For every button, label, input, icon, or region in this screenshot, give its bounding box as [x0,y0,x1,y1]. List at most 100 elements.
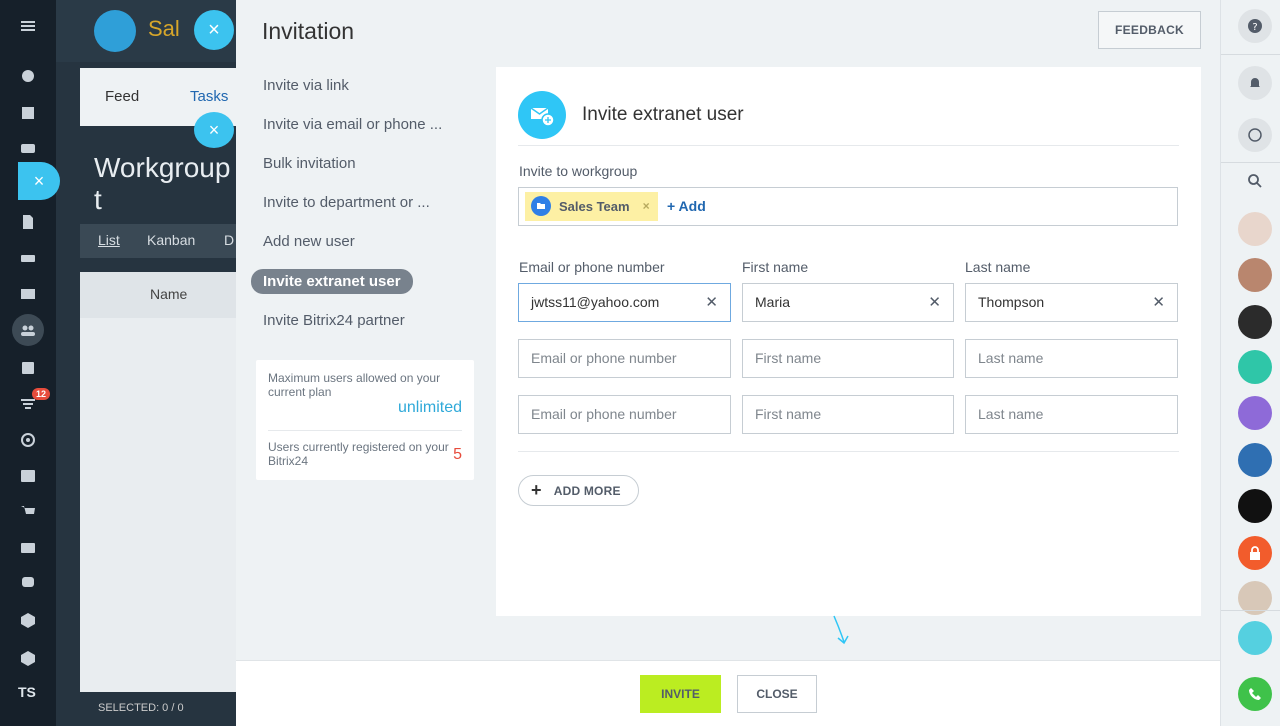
email-field[interactable]: Email or phone number [518,339,731,378]
messenger-icon[interactable] [1238,118,1272,152]
notifications-bell-icon[interactable] [1238,66,1272,100]
group-chat-icon[interactable] [1238,443,1272,477]
workgroup-tag[interactable]: Sales Team × [525,192,658,221]
first-name-field[interactable]: First name [742,395,954,434]
info-divider [268,430,462,431]
add-more-label: ADD MORE [553,483,621,498]
clear-field-icon[interactable]: ✕ [1152,293,1165,311]
contact-avatar-icon[interactable] [1238,212,1272,246]
drive-icon[interactable] [18,248,38,268]
tab-tasks[interactable]: Tasks [190,88,228,105]
contact-avatar-icon[interactable] [1238,305,1272,339]
package-icon[interactable] [18,610,38,630]
menu-add-new-user[interactable]: Add new user [263,233,355,250]
last-name-column-label: Last name [965,259,1031,275]
phone-call-icon[interactable] [1238,677,1272,711]
help-icon[interactable]: ? [1238,9,1272,43]
last-name-value: Thompson [978,294,1045,310]
feedback-button[interactable]: FEEDBACK [1098,11,1201,49]
activity-stream-icon[interactable] [18,66,38,86]
workgroups-icon[interactable] [18,320,38,340]
workgroup-logo-icon [94,10,136,52]
footer-bar: INVITE CLOSE [236,660,1220,726]
last-name-field[interactable]: Last name [965,395,1178,434]
sites-icon[interactable] [18,466,38,486]
mail-icon[interactable] [18,284,38,304]
plan-info-box: Maximum users allowed on your current pl… [256,360,474,480]
background-view-switcher: List Kanban D [80,224,236,258]
background-workspace: Sal × Feed Tasks × Workgroup t × List Ka… [18,0,236,726]
max-users-label: Maximum users allowed on your current pl… [268,371,441,399]
news-icon[interactable] [18,103,38,123]
email-field[interactable]: jwtss11@yahoo.com ✕ [518,283,731,322]
email-value: jwtss11@yahoo.com [531,294,660,310]
right-sidebar: ? [1220,0,1280,726]
background-list-header: Name [80,272,236,318]
add-more-button[interactable]: + ADD MORE [518,475,639,506]
shop-cart-icon[interactable] [18,502,38,522]
add-workgroup-link[interactable]: + Add [667,198,706,214]
invite-extranet-card: Invite extranet user Invite to workgroup… [496,67,1201,616]
view-kanban[interactable]: Kanban [147,232,195,248]
workgroup-label: Invite to workgroup [519,163,638,179]
close-button[interactable]: CLOSE [737,675,817,713]
sync-icon[interactable] [18,572,38,592]
workgroup-selector[interactable]: Sales Team × + Add [518,187,1178,226]
right-divider [1221,610,1280,611]
email-field[interactable]: Email or phone number [518,395,731,434]
menu-bulk-invitation[interactable]: Bulk invitation [263,155,356,172]
document-icon[interactable] [18,212,38,232]
card-title: Invite extranet user [582,104,744,125]
clear-field-icon[interactable]: ✕ [705,293,718,311]
lock-icon[interactable] [1238,536,1272,570]
first-name-field[interactable]: First name [742,339,954,378]
page-title: Invitation [262,18,355,44]
ts-app-label[interactable]: TS [18,684,36,700]
contact-card-icon[interactable] [18,538,38,558]
menu-invite-extranet-user[interactable]: Invite extranet user [251,269,413,294]
calendar-chat-icon[interactable] [1238,350,1272,384]
extranet-invite-icon [518,91,566,139]
contact-avatar-icon[interactable] [1238,489,1272,523]
chat-icon[interactable] [18,140,38,160]
menu-invite-via-email[interactable]: Invite via email or phone ... [263,116,442,133]
calendar-chat-icon[interactable] [1238,258,1272,292]
target-icon[interactable] [18,430,38,450]
tab-feed[interactable]: Feed [105,88,139,105]
menu-invite-to-department[interactable]: Invite to department or ... [263,194,430,211]
invitation-panel: Invitation FEEDBACK Invite via link Invi… [236,0,1220,726]
hint-arrow-icon [833,615,849,645]
tasks-icon[interactable] [18,358,38,378]
registered-users-value: 5 [453,446,462,463]
menu-invite-via-link[interactable]: Invite via link [263,77,349,94]
close-slider-icon-2[interactable]: × [194,112,234,148]
mobile-app-icon[interactable] [1238,621,1272,655]
hamburger-menu-icon[interactable] [18,16,38,36]
clear-field-icon[interactable]: ✕ [928,293,941,311]
close-slider-icon[interactable]: × [194,10,234,50]
remove-tag-icon[interactable]: × [643,192,650,221]
view-other[interactable]: D [224,232,234,248]
view-list[interactable]: List [98,232,120,248]
search-icon[interactable] [1238,164,1272,198]
selected-count: SELECTED: 0 / 0 [98,702,184,714]
plus-icon: + [531,480,542,500]
last-name-field[interactable]: Last name [965,339,1178,378]
last-name-placeholder: Last name [978,350,1044,366]
calendar-chat-icon[interactable] [1238,396,1272,430]
right-divider [1221,54,1280,55]
email-column-label: Email or phone number [519,259,665,275]
invite-button[interactable]: INVITE [640,675,721,713]
package-icon-2[interactable] [18,648,38,668]
card-divider [518,145,1179,146]
close-slider-icon-3[interactable]: × [18,162,60,200]
first-name-placeholder: First name [755,406,822,422]
first-name-value: Maria [755,294,791,310]
counter-badge: 12 [32,388,51,400]
menu-invite-bitrix24-partner[interactable]: Invite Bitrix24 partner [263,312,405,329]
first-name-column-label: First name [742,259,809,275]
rows-divider [518,451,1179,452]
workgroup-tag-label: Sales Team [559,199,630,214]
first-name-field[interactable]: Maria ✕ [742,283,954,322]
last-name-field[interactable]: Thompson ✕ [965,283,1178,322]
